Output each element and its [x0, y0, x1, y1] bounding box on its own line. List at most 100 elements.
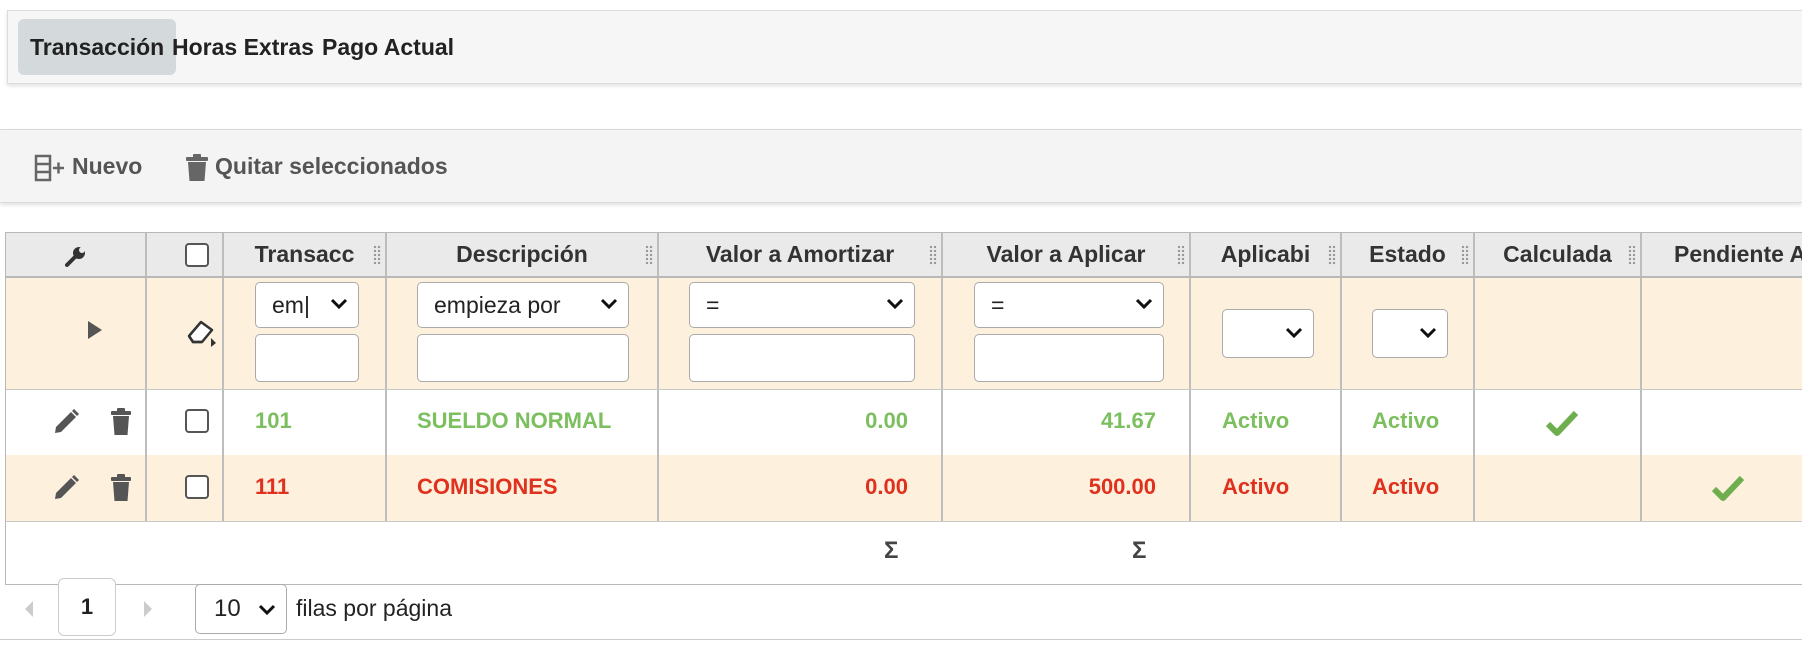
selected-value: =	[991, 292, 1005, 318]
filter-clear-cell	[147, 278, 224, 389]
rows-per-page-label: filas por página	[296, 595, 452, 621]
filter-estado-cell	[1342, 278, 1475, 389]
valor-aplicar-value: 41.67	[1100, 408, 1156, 433]
chevron-down-icon	[1419, 327, 1437, 339]
resize-grip[interactable]	[645, 245, 653, 265]
estado-cell: Activo	[1342, 455, 1475, 521]
calculada-cell	[1475, 390, 1642, 455]
column-label: Transacc	[254, 241, 355, 267]
resize-grip[interactable]	[1328, 245, 1336, 265]
selected-value: =	[706, 292, 720, 318]
select-all-checkbox[interactable]	[185, 243, 209, 267]
column-header-valor-amortizar[interactable]: Valor a Amortizar	[659, 233, 943, 276]
play-icon[interactable]	[86, 320, 104, 340]
previous-page-icon[interactable]	[22, 599, 36, 619]
resize-grip[interactable]	[1177, 245, 1185, 265]
valor-amortizar-value: 0.00	[865, 408, 908, 433]
column-header-descripcion[interactable]: Descripción	[387, 233, 659, 276]
chevron-down-icon	[886, 298, 904, 310]
tab-horas-extras[interactable]: Horas Extras	[160, 19, 326, 75]
trash-icon[interactable]	[110, 408, 132, 436]
new-button-label: Nuevo	[72, 153, 143, 179]
selected-value: 10	[214, 595, 241, 622]
amortizar-filter-input[interactable]	[689, 334, 915, 382]
page-size-select[interactable]: 10	[195, 584, 287, 634]
aplicabilidad-filter-select[interactable]	[1222, 309, 1314, 358]
table-row[interactable]: 101 SUELDO NORMAL 0.00 41.67 Activo Acti…	[6, 390, 1802, 455]
resize-grip[interactable]	[1628, 245, 1636, 265]
chevron-down-icon	[258, 604, 276, 616]
column-label: Calculada	[1503, 241, 1612, 267]
amortizar-filter-operator[interactable]: =	[689, 282, 915, 328]
filter-pendiente-cell	[1642, 278, 1802, 389]
trash-icon[interactable]	[110, 474, 132, 502]
descripcion-filter-operator[interactable]: empieza por	[417, 282, 629, 328]
row-select-cell	[147, 390, 224, 455]
grid-filter-row: em| empieza por = =	[6, 278, 1802, 390]
estado-filter-select[interactable]	[1372, 309, 1448, 358]
table-row[interactable]: 111 COMISIONES 0.00 500.00 Activo Activo	[6, 455, 1802, 522]
column-label: Valor a Amortizar	[705, 241, 895, 267]
column-header-transaccion[interactable]: Transacc	[224, 233, 387, 276]
pendiente-cell	[1642, 455, 1802, 521]
add-row-icon	[34, 154, 64, 182]
selected-value: em|	[272, 292, 310, 318]
valor-amortizar-cell: 0.00	[659, 390, 943, 455]
aplicabilidad-cell: Activo	[1191, 390, 1342, 455]
transaccion-filter-input[interactable]	[255, 334, 359, 382]
column-settings-header[interactable]	[6, 233, 147, 276]
estado-value: Activo	[1372, 408, 1440, 433]
trash-icon	[186, 153, 208, 181]
transaccion-cell: 101	[224, 390, 387, 455]
column-label: Estado	[1369, 241, 1446, 267]
column-header-pendiente[interactable]: Pendiente A	[1642, 233, 1802, 276]
column-label: Descripción	[456, 241, 588, 267]
filter-apply-cell	[6, 278, 147, 389]
column-label: Pendiente A	[1674, 241, 1802, 267]
filter-aplicar-cell: =	[943, 278, 1191, 389]
resize-grip[interactable]	[929, 245, 937, 265]
column-label: Aplicabi	[1220, 241, 1311, 267]
filter-amortizar-cell: =	[659, 278, 943, 389]
sum-aplicar-icon: Σ	[1132, 537, 1147, 564]
tab-transaccion[interactable]: Transacción	[18, 19, 177, 75]
transaccion-filter-operator[interactable]: em|	[255, 282, 359, 328]
aplicar-filter-operator[interactable]: =	[974, 282, 1164, 328]
column-header-valor-aplicar[interactable]: Valor a Aplicar	[943, 233, 1191, 276]
new-button[interactable]: Nuevo	[34, 148, 142, 184]
column-header-aplicabilidad[interactable]: Aplicabi	[1191, 233, 1342, 276]
tab-pago-actual[interactable]: Pago Actual	[310, 19, 466, 75]
calculada-cell	[1475, 455, 1642, 521]
descripcion-value: SUELDO NORMAL	[417, 408, 612, 433]
aplicabilidad-value: Activo	[1222, 408, 1290, 433]
chevron-down-icon	[600, 298, 618, 310]
descripcion-value: COMISIONES	[417, 474, 558, 499]
select-all-header	[147, 233, 224, 276]
transactions-grid: Transacc Descripción Valor a Amortizar V…	[5, 232, 1802, 585]
row-checkbox[interactable]	[185, 409, 209, 433]
column-header-calculada[interactable]: Calculada	[1475, 233, 1642, 276]
descripcion-filter-input[interactable]	[417, 334, 629, 382]
resize-grip[interactable]	[373, 245, 381, 265]
filter-descripcion-cell: empieza por	[387, 278, 659, 389]
tab-bar: Transacción Horas Extras Pago Actual	[7, 10, 1802, 84]
resize-grip[interactable]	[1461, 245, 1469, 265]
remove-selected-button[interactable]: Quitar seleccionados	[185, 148, 448, 184]
edit-pencil-icon[interactable]	[52, 474, 80, 502]
current-page[interactable]: 1	[58, 578, 116, 636]
column-label: Valor a Aplicar	[986, 241, 1146, 267]
pager: 1 10 filas por página	[0, 578, 1802, 640]
eraser-icon[interactable]	[185, 318, 219, 348]
row-checkbox[interactable]	[185, 475, 209, 499]
edit-pencil-icon[interactable]	[52, 408, 80, 436]
pendiente-cell	[1642, 390, 1802, 455]
chevron-down-icon	[1135, 298, 1153, 310]
column-header-estado[interactable]: Estado	[1342, 233, 1475, 276]
selected-value: empieza por	[434, 292, 561, 318]
grid-header-row: Transacc Descripción Valor a Amortizar V…	[6, 233, 1802, 278]
row-actions-cell	[6, 390, 147, 455]
sum-amortizar-icon: Σ	[884, 537, 899, 564]
next-page-icon[interactable]	[141, 599, 155, 619]
aplicar-filter-input[interactable]	[974, 334, 1164, 382]
checkmark-icon	[1712, 475, 1744, 501]
